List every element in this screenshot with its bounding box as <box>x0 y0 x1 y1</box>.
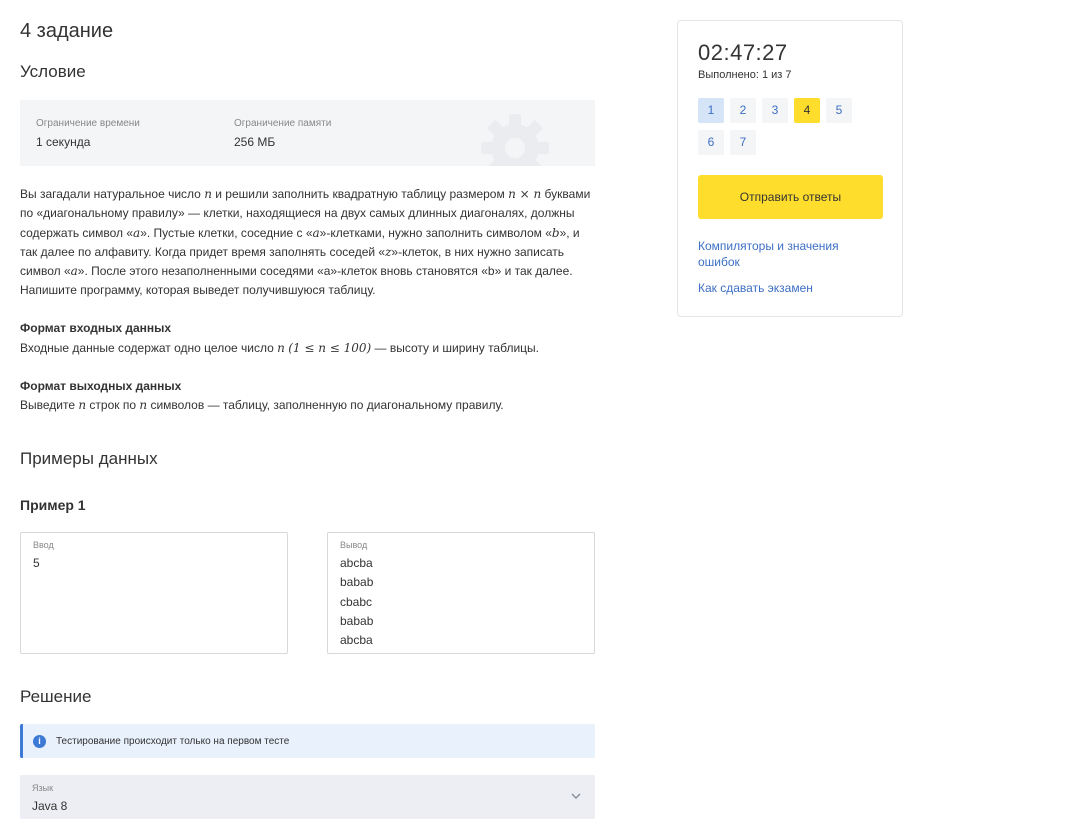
question-3-button[interactable]: 3 <box>762 98 788 123</box>
task-title: 4 задание <box>20 20 114 42</box>
math-var: n <box>139 398 148 412</box>
example-output-line: babab <box>340 613 374 628</box>
statement-text: ». Пустые клетки, соседние с « <box>140 225 313 240</box>
gear-icon <box>481 114 549 166</box>
output-format-part: символов — таблицу, заполненную по диаго… <box>147 398 504 412</box>
math-var: n <box>204 187 212 201</box>
input-format-text: Входные данные содержат одно целое число… <box>20 341 539 355</box>
time-limit-value: 1 секунда <box>36 135 91 149</box>
condition-heading: Условие <box>20 62 86 81</box>
example-output-line: abcba <box>340 633 373 648</box>
solution-heading: Решение <box>20 687 92 706</box>
example-input-label: Ввод <box>33 540 54 550</box>
info-banner: i Тестирование происходит только на перв… <box>20 724 595 758</box>
exam-sidebar: 02:47:27 Выполнено: 1 из 7 1 2 3 4 5 6 7… <box>677 20 903 317</box>
language-value: Java 8 <box>32 799 68 813</box>
statement-text: ». После этого незаполненными соседями «… <box>20 264 573 298</box>
statement-text: »-клетками, нужно заполнить символом « <box>319 225 552 240</box>
math-expr: n × n <box>508 187 542 201</box>
info-icon: i <box>33 735 46 748</box>
question-6-button[interactable]: 6 <box>698 130 724 155</box>
memory-limit-value: 256 МБ <box>234 135 276 149</box>
limits-panel: Ограничение времени 1 секунда Ограничени… <box>20 100 595 166</box>
output-format-part: Выведите <box>20 398 79 412</box>
time-limit: Ограничение времени 1 секунда <box>36 118 140 149</box>
example-output-label: Вывод <box>340 540 368 550</box>
question-7-button[interactable]: 7 <box>730 130 756 155</box>
language-select[interactable]: Язык Java 8 <box>20 775 595 819</box>
how-to-exam-link[interactable]: Как сдавать экзамен <box>698 280 878 296</box>
math-var: n <box>78 398 87 412</box>
example-input-line: 5 <box>33 556 40 570</box>
memory-limit: Ограничение памяти 256 МБ <box>234 118 331 149</box>
math-var: b <box>551 225 560 240</box>
example-input-lines: 5 <box>33 554 40 573</box>
question-2-button[interactable]: 2 <box>730 98 756 123</box>
memory-limit-label: Ограничение памяти <box>234 118 332 129</box>
math-var: a <box>312 225 320 240</box>
info-text: Тестирование происходит только на первом… <box>56 736 290 747</box>
exam-timer: 02:47:27 <box>698 40 788 65</box>
submit-answers-button[interactable]: Отправить ответы <box>698 175 883 219</box>
example-output-line: abcba <box>340 556 373 570</box>
input-format-part: — высоту и ширину таблицы. <box>371 341 539 355</box>
example-title: Пример 1 <box>20 497 86 513</box>
example-output-line: babab <box>340 575 374 590</box>
chevron-down-icon <box>571 793 581 799</box>
example-output-line: cbabc <box>340 594 373 609</box>
output-format-title: Формат выходных данных <box>20 379 182 393</box>
compilers-link[interactable]: Компиляторы и значения ошибок <box>698 238 878 270</box>
language-label: Язык <box>32 783 54 793</box>
math-expr: (1 ≤ n ≤ 100) <box>288 341 372 355</box>
question-4-button[interactable]: 4 <box>794 98 820 123</box>
time-limit-label: Ограничение времени <box>36 118 140 129</box>
examples-heading: Примеры данных <box>20 449 158 468</box>
example-output-lines: abcba babab cbabc babab abcba <box>340 554 373 650</box>
output-format-text: Выведите n строк по n символов — таблицу… <box>20 398 504 412</box>
question-5-button[interactable]: 5 <box>826 98 852 123</box>
statement-text: и решили заполнить квадратную таблицу ра… <box>211 187 509 201</box>
input-format-part: Входные данные содержат одно целое число <box>20 341 278 355</box>
math-var: n <box>277 341 285 355</box>
statement-text: Вы загадали натуральное число <box>20 187 205 201</box>
math-var: a <box>70 264 78 279</box>
question-1-button[interactable]: 1 <box>698 98 724 123</box>
progress-text: Выполнено: 1 из 7 <box>698 69 792 81</box>
example-output-box[interactable]: Вывод abcba babab cbabc babab abcba <box>327 532 595 654</box>
example-input-box[interactable]: Ввод 5 <box>20 532 288 654</box>
output-format-part: строк по <box>86 398 140 412</box>
problem-statement: Вы загадали натуральное число n и решили… <box>20 185 595 301</box>
input-format-title: Формат входных данных <box>20 321 172 335</box>
